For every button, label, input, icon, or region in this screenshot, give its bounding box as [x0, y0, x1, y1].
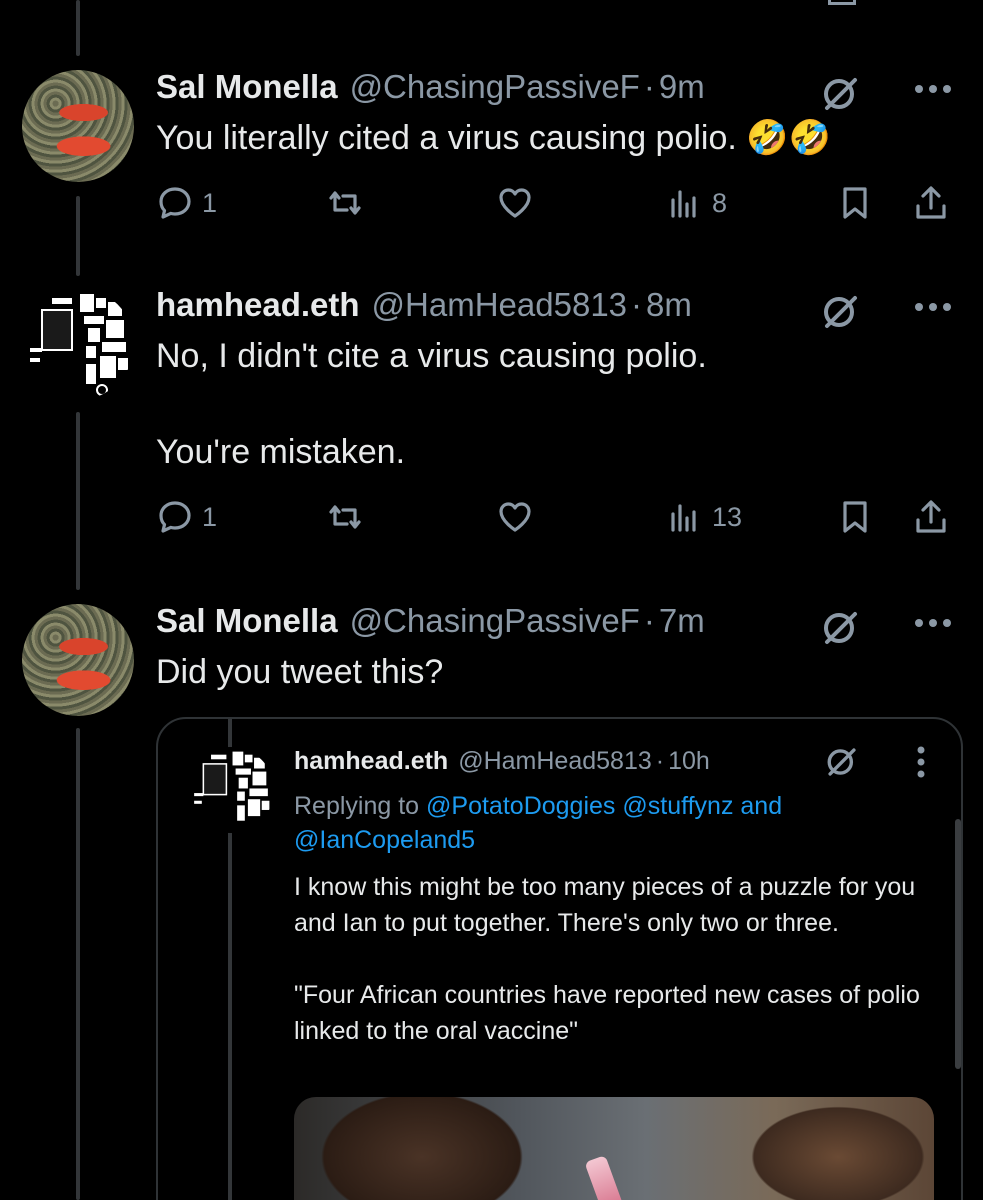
like-button[interactable]: [496, 184, 534, 222]
display-name[interactable]: hamhead.eth: [294, 747, 448, 776]
views-button[interactable]: 8: [666, 184, 727, 222]
avatar[interactable]: [188, 747, 274, 833]
tweet-text: No, I didn't cite a virus causing polio.…: [156, 337, 707, 471]
replying-prefix: Replying to: [294, 792, 427, 820]
views-count: 8: [712, 187, 728, 218]
bookmark-button[interactable]: [836, 184, 874, 222]
reply-icon: [159, 501, 191, 533]
tweet-text: Did you tweet this?: [156, 653, 444, 691]
share-button[interactable]: [912, 184, 950, 222]
thread-line: [76, 728, 80, 1200]
timestamp[interactable]: 7m: [659, 602, 705, 640]
user-handle[interactable]: @HamHead5813: [372, 286, 627, 324]
more-vertical-icon[interactable]: [915, 745, 927, 784]
reply-button[interactable]: 1: [156, 184, 217, 222]
timestamp[interactable]: 10h: [668, 747, 710, 776]
timestamp[interactable]: 8m: [646, 286, 692, 324]
vaccine-vial: [584, 1155, 626, 1200]
grok-icon[interactable]: [821, 608, 861, 653]
bookmark-button[interactable]: [836, 498, 874, 536]
more-icon[interactable]: [913, 82, 953, 100]
attached-image[interactable]: [294, 1097, 934, 1200]
heart-icon: [499, 502, 531, 532]
heart-icon: [499, 188, 531, 218]
display-name[interactable]: Sal Monella: [156, 68, 338, 106]
bookmark-icon: [843, 187, 867, 219]
retweet-button[interactable]: [326, 498, 364, 536]
thread-line: [76, 196, 80, 276]
share-icon: [916, 186, 946, 219]
thread-line: [76, 412, 80, 590]
avatar[interactable]: [22, 70, 134, 182]
retweet-icon: [329, 505, 361, 529]
mention-link[interactable]: @stuffynz: [615, 792, 733, 820]
retweet-icon: [329, 191, 361, 215]
user-handle[interactable]: @HamHead5813: [458, 747, 652, 776]
views-count: 13: [712, 501, 743, 532]
avatar[interactable]: [22, 604, 134, 716]
action-bar: 1 13: [156, 498, 956, 542]
views-button[interactable]: 13: [666, 498, 742, 536]
avatar-image: [188, 747, 274, 833]
views-icon: [671, 504, 696, 532]
more-icon[interactable]: [913, 616, 953, 634]
reply-count: 1: [202, 187, 218, 218]
reply-button[interactable]: 1: [156, 498, 217, 536]
timeline: Sal Monella @ChasingPassiveF · 9m You li…: [0, 0, 983, 1200]
timestamp[interactable]: 9m: [659, 68, 705, 106]
retweet-button[interactable]: [326, 184, 364, 222]
display-name[interactable]: Sal Monella: [156, 602, 338, 640]
separator-dot: ·: [643, 68, 655, 105]
like-button[interactable]: [496, 498, 534, 536]
mention-link[interactable]: @PotatoDoggies: [426, 792, 615, 820]
action-bar: 1 8: [156, 184, 956, 228]
grok-icon[interactable]: [825, 745, 859, 784]
tweet-text: You literally cited a virus causing poli…: [156, 119, 831, 157]
separator-dot: ·: [631, 286, 643, 323]
quoted-tweet[interactable]: hamhead.eth @HamHead5813 · 10h Replying …: [156, 717, 963, 1200]
mention-link[interactable]: @IanCopeland5: [294, 826, 475, 854]
display-name[interactable]: hamhead.eth: [156, 286, 360, 324]
share-icon: [916, 500, 946, 533]
bookmark-icon[interactable]: [828, 0, 856, 5]
grok-icon[interactable]: [821, 292, 861, 337]
replying-to: Replying to @PotatoDoggies @stuffynz and…: [294, 789, 854, 857]
separator-dot: ·: [643, 602, 655, 639]
user-handle[interactable]: @ChasingPassiveF: [350, 68, 640, 106]
and-text: and: [733, 792, 783, 820]
more-icon[interactable]: [913, 300, 953, 318]
scrollbar[interactable]: [955, 819, 961, 1069]
share-button[interactable]: [912, 498, 950, 536]
quoted-text: I know this might be too many pieces of …: [294, 873, 920, 1045]
thread-line: [76, 0, 80, 56]
user-handle[interactable]: @ChasingPassiveF: [350, 602, 640, 640]
bookmark-icon: [843, 501, 867, 533]
quoted-header: hamhead.eth @HamHead5813 · 10h: [294, 747, 710, 776]
avatar[interactable]: [22, 288, 134, 400]
reply-icon: [159, 187, 191, 219]
avatar-image: [22, 288, 134, 400]
grok-icon[interactable]: [821, 74, 861, 119]
reply-count: 1: [202, 501, 218, 532]
views-icon: [671, 190, 696, 218]
separator-dot: ·: [655, 747, 665, 775]
